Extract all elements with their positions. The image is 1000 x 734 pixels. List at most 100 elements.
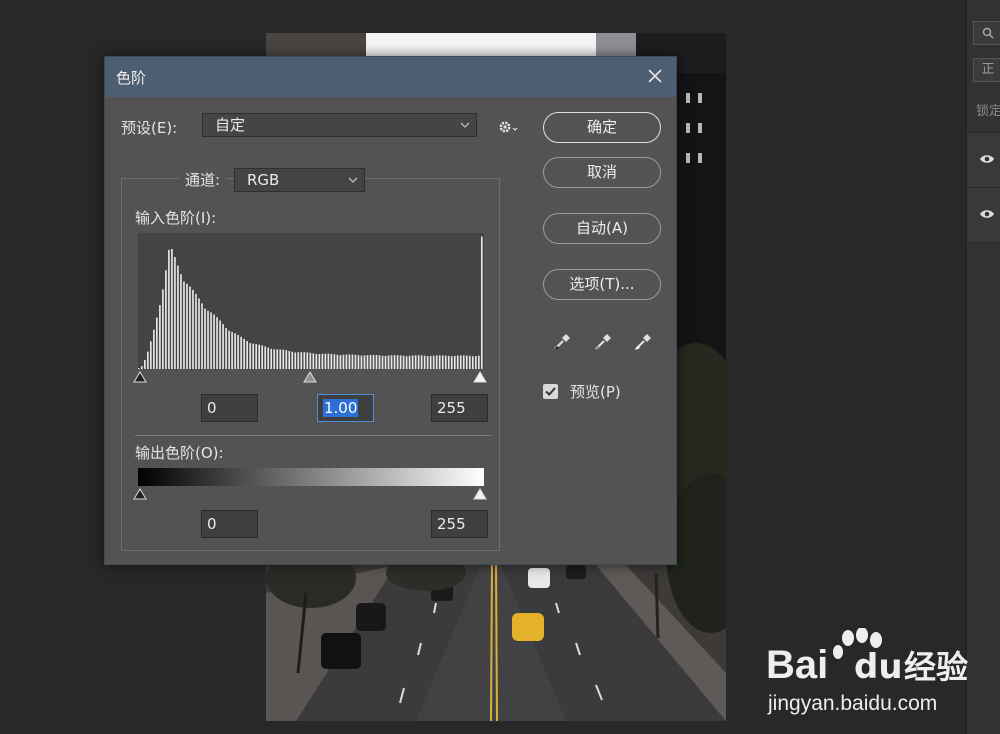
output-black-slider[interactable] bbox=[133, 488, 147, 500]
histogram-bar bbox=[318, 354, 321, 369]
histogram-bar bbox=[237, 334, 239, 369]
histogram-bar bbox=[474, 356, 477, 369]
histogram-bar bbox=[228, 330, 230, 369]
histogram-bar bbox=[174, 257, 176, 369]
histogram-bar bbox=[432, 355, 435, 369]
histogram-bar bbox=[369, 354, 372, 369]
visibility-eye-icon[interactable] bbox=[979, 151, 995, 167]
histogram-bar bbox=[333, 354, 336, 369]
input-gamma-field[interactable]: 1.00 bbox=[317, 394, 374, 422]
histogram-bar bbox=[219, 320, 221, 369]
watermark-brand: Bai bbox=[766, 643, 828, 687]
input-black-field[interactable]: 0 bbox=[201, 394, 258, 422]
dialog-title: 色阶 bbox=[116, 69, 147, 87]
histogram-bar bbox=[339, 355, 342, 369]
watermark-url: jingyan.baidu.com bbox=[767, 692, 937, 715]
histogram-bar bbox=[225, 327, 227, 369]
preview-checkbox[interactable] bbox=[543, 384, 558, 399]
histogram-bar bbox=[180, 274, 182, 369]
histogram-bar bbox=[345, 354, 348, 369]
histogram-bar bbox=[387, 355, 390, 369]
input-white-slider[interactable] bbox=[473, 371, 487, 383]
histogram-bar bbox=[462, 355, 465, 369]
input-black-slider[interactable] bbox=[133, 371, 147, 383]
histogram-bar bbox=[183, 281, 185, 369]
histogram-bar bbox=[285, 350, 288, 369]
histogram-bar bbox=[435, 355, 438, 369]
histogram-bar bbox=[282, 349, 285, 369]
blend-mode-select[interactable]: 正 bbox=[973, 58, 1000, 82]
layer-row[interactable] bbox=[967, 187, 1000, 243]
close-icon[interactable] bbox=[646, 67, 664, 85]
output-white-field[interactable]: 255 bbox=[431, 510, 488, 538]
chevron-down-icon bbox=[348, 177, 358, 183]
preset-select[interactable]: 自定 bbox=[202, 113, 477, 137]
histogram-bar bbox=[441, 355, 444, 369]
histogram-bar bbox=[453, 355, 456, 369]
output-white-slider[interactable] bbox=[473, 488, 487, 500]
histogram-bar bbox=[231, 331, 233, 369]
histogram-bar bbox=[420, 355, 423, 369]
channel-select[interactable]: RGB bbox=[234, 168, 365, 192]
histogram-bar bbox=[405, 356, 408, 369]
preset-value: 自定 bbox=[215, 116, 246, 134]
histogram-bar bbox=[144, 360, 146, 369]
histogram-bar bbox=[450, 356, 453, 369]
histogram-bar bbox=[426, 356, 429, 369]
levels-dialog: 色阶 预设(E): 自定 确定 取消 自动(A) 选项(T)... 预览(P) … bbox=[104, 56, 677, 565]
histogram-bar bbox=[279, 349, 282, 369]
black-point-eyedropper-icon[interactable] bbox=[551, 330, 573, 352]
auto-button[interactable]: 自动(A) bbox=[543, 213, 661, 244]
ok-button[interactable]: 确定 bbox=[543, 112, 661, 143]
histogram-bar bbox=[414, 355, 417, 369]
histogram-bar bbox=[363, 355, 366, 369]
histogram-bar bbox=[141, 366, 143, 369]
gray-point-eyedropper-icon[interactable] bbox=[592, 330, 614, 352]
histogram-bar bbox=[207, 310, 209, 369]
channel-value: RGB bbox=[247, 171, 280, 189]
histogram-bar bbox=[162, 289, 164, 369]
histogram-bar bbox=[459, 355, 462, 369]
output-black-field[interactable]: 0 bbox=[201, 510, 258, 538]
histogram-bar bbox=[303, 352, 306, 369]
histogram-bar bbox=[372, 354, 375, 369]
search-icon bbox=[982, 27, 994, 39]
histogram-bar bbox=[324, 353, 327, 369]
input-gamma-slider[interactable] bbox=[303, 371, 317, 383]
channel-label: 通道: bbox=[179, 169, 227, 190]
white-point-eyedropper-icon[interactable] bbox=[632, 330, 654, 352]
visibility-eye-icon[interactable] bbox=[979, 206, 995, 222]
histogram-bar bbox=[438, 355, 441, 369]
histogram-bar bbox=[204, 308, 206, 369]
layer-row[interactable] bbox=[967, 132, 1000, 188]
histogram-bar bbox=[276, 349, 279, 369]
histogram-bar bbox=[477, 355, 480, 369]
cancel-button[interactable]: 取消 bbox=[543, 157, 661, 188]
input-levels-label: 输入色阶(I): bbox=[135, 209, 217, 227]
histogram-bar bbox=[294, 352, 297, 369]
histogram-bar bbox=[192, 289, 194, 369]
histogram-bar bbox=[321, 353, 324, 369]
input-white-field[interactable]: 255 bbox=[431, 394, 488, 422]
baidu-jingyan-watermark: Bai du 经验 jingyan.baidu.com bbox=[766, 628, 968, 715]
search-layers-button[interactable] bbox=[973, 21, 1000, 45]
histogram-bar bbox=[273, 349, 276, 369]
histogram-bar bbox=[447, 355, 450, 369]
section-divider bbox=[135, 435, 491, 436]
histogram-bar bbox=[156, 317, 158, 369]
gear-icon[interactable] bbox=[497, 118, 519, 136]
dialog-title-bar[interactable]: 色阶 bbox=[105, 57, 676, 97]
histogram-bar bbox=[402, 355, 405, 369]
histogram-bar bbox=[399, 355, 402, 369]
histogram-bar bbox=[408, 355, 411, 369]
options-button[interactable]: 选项(T)... bbox=[543, 269, 661, 300]
histogram-bar bbox=[252, 343, 254, 369]
histogram-bar bbox=[216, 317, 218, 369]
histogram-bar bbox=[351, 354, 354, 369]
histogram-bar bbox=[366, 355, 369, 369]
histogram-bar bbox=[468, 355, 471, 369]
histogram-bar bbox=[195, 293, 197, 369]
histogram-bar bbox=[315, 353, 318, 369]
histogram-bar bbox=[411, 355, 414, 369]
histogram-bar bbox=[249, 343, 251, 369]
